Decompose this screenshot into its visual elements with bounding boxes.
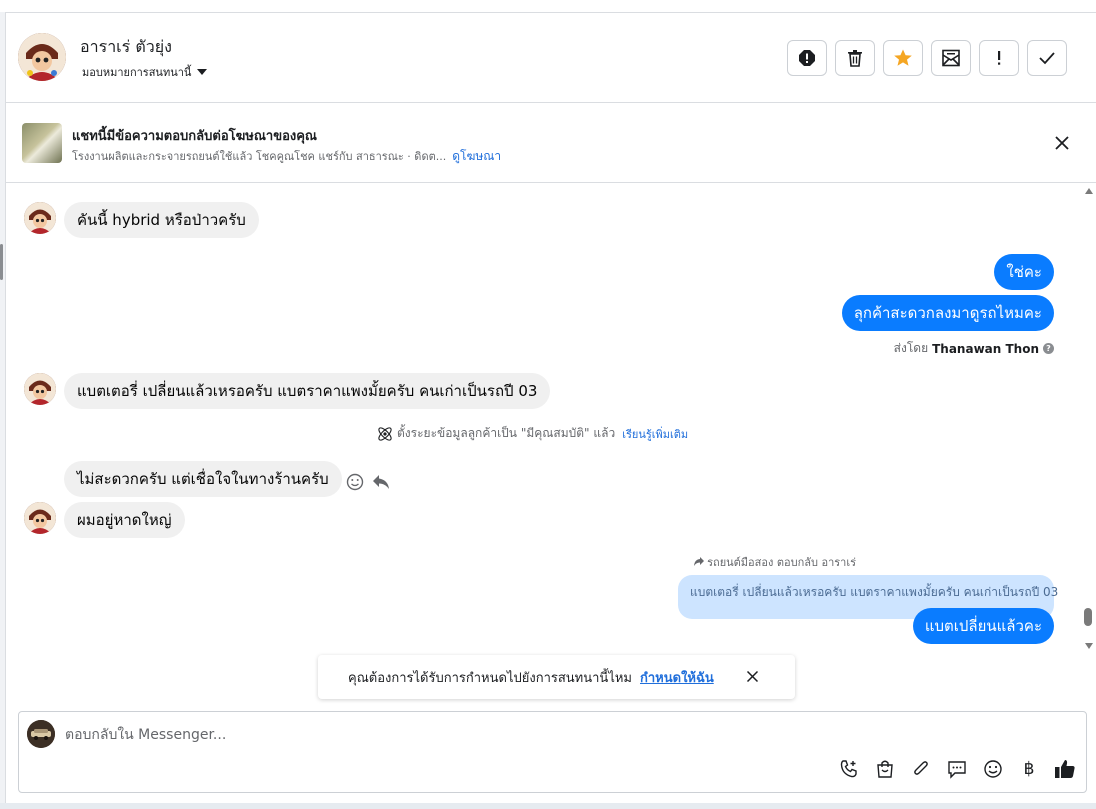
assign-prompt: คุณต้องการได้รับการกำหนดไปยังการสนทนานี้…: [318, 655, 795, 699]
sender-avatar[interactable]: [24, 502, 56, 534]
ad-description: โรงงานผลิตและกระจายรถยนต์ใช้แล้ว โชคคูณโ…: [72, 150, 447, 163]
sent-by-label: ส่งโดย: [893, 341, 929, 355]
header-toolbar: [787, 40, 1067, 76]
message-actions: [346, 473, 390, 491]
close-banner-button[interactable]: [1054, 135, 1070, 151]
shop-button[interactable]: [874, 758, 896, 780]
chat-scrollbar[interactable]: [1082, 183, 1096, 653]
page-avatar: [27, 720, 55, 748]
atom-icon: [378, 426, 392, 441]
reply-icon[interactable]: [372, 474, 390, 490]
emoji-react-icon[interactable]: [346, 473, 364, 491]
like-button[interactable]: [1054, 758, 1076, 780]
learn-more-link[interactable]: เรียนรู้เพิ่มเติม: [622, 425, 688, 443]
emoji-button[interactable]: [982, 758, 1004, 780]
conversation-header: อาราเร่ ตัวยุ่ง มอบหมายการสนทนานี้: [6, 13, 1096, 103]
reply-context: รถยนต์มือสอง ตอบกลับ อาราเร่: [693, 553, 856, 571]
incoming-message[interactable]: ผมอยู่หาดใหญ่: [64, 502, 185, 538]
mark-unread-button[interactable]: [931, 40, 971, 76]
bottom-strip: [0, 803, 1096, 809]
mark-done-button[interactable]: [1027, 40, 1067, 76]
composer-toolbar: ฿: [838, 758, 1076, 780]
forward-reply-icon: [694, 557, 705, 566]
dismiss-prompt-button[interactable]: [746, 670, 759, 683]
incoming-message[interactable]: แบตเตอรี่ เปลี่ยนแล้วเหรอครับ แบตราคาแพง…: [64, 373, 551, 409]
attach-button[interactable]: [910, 758, 932, 780]
star-icon: [894, 49, 912, 66]
sent-by-name: Thanawan Thon: [932, 341, 1039, 356]
scroll-up-arrow-icon[interactable]: [1085, 188, 1093, 194]
spam-icon: [799, 50, 815, 66]
view-ad-link[interactable]: ดูโฆษณา: [452, 149, 501, 163]
star-button[interactable]: [883, 40, 923, 76]
ad-thumbnail[interactable]: [22, 123, 62, 163]
assign-conversation-dropdown[interactable]: มอบหมายการสนทนานี้: [82, 63, 208, 81]
info-icon[interactable]: ?: [1043, 343, 1054, 354]
message-composer: ฿: [18, 711, 1087, 793]
follow-up-button[interactable]: [979, 40, 1019, 76]
message-input[interactable]: [65, 722, 965, 748]
saved-reply-button[interactable]: [946, 758, 968, 780]
close-icon: [746, 670, 759, 683]
done-icon: [1039, 52, 1055, 65]
call-button[interactable]: [838, 758, 860, 780]
shopping-bag-icon: [877, 760, 893, 778]
assign-label: มอบหมายการสนทนานี้: [82, 66, 192, 79]
mark-unread-icon: [942, 49, 960, 67]
ad-banner-subtitle: โรงงานผลิตและกระจายรถยนต์ใช้แล้ว โชคคูณโ…: [72, 147, 501, 166]
system-notice-text: ตั้งระยะข้อมูลลูกค้าเป็น "มีคุณสมบัติ" แ…: [397, 426, 616, 440]
emoji-icon: [984, 760, 1002, 778]
follow-up-icon: [998, 51, 1001, 65]
ad-banner-title: แชทนี้มีข้อความตอบกลับต่อโฆษณาของคุณ: [72, 129, 317, 144]
message-thread[interactable]: คันนี้ hybrid หรือป่าวครับ ใช่คะ ลุกค้าส…: [6, 183, 1096, 703]
saved-reply-icon: [948, 761, 966, 779]
sent-by-line: ส่งโดย Thanawan Thon ?: [894, 339, 1054, 358]
assign-to-me-link[interactable]: กำหนดให้ฉัน: [640, 667, 714, 688]
left-edge-marker: [0, 244, 3, 280]
paperclip-icon: [914, 761, 928, 775]
sender-avatar[interactable]: [24, 202, 56, 234]
assign-prompt-text: คุณต้องการได้รับการกำหนดไปยังการสนทนานี้…: [348, 670, 632, 686]
outgoing-message[interactable]: ใช่คะ: [994, 254, 1054, 290]
contact-name[interactable]: อาราเร่ ตัวยุ่ง: [80, 35, 172, 60]
caret-down-icon: [197, 69, 208, 75]
scroll-thumb[interactable]: [1084, 608, 1092, 626]
phone-add-icon: [840, 760, 857, 778]
incoming-message[interactable]: ไม่สะดวกครับ แต่เชื่อใจในทางร้านครับ: [64, 461, 342, 497]
payment-button[interactable]: ฿: [1018, 758, 1040, 780]
sender-avatar[interactable]: [24, 373, 56, 405]
incoming-message[interactable]: คันนี้ hybrid หรือป่าวครับ: [64, 202, 259, 238]
close-icon: [1055, 136, 1069, 150]
scroll-down-arrow-icon[interactable]: [1085, 643, 1093, 649]
outgoing-message[interactable]: แบตเปลี่ยนแล้วคะ: [912, 608, 1054, 644]
reply-context-text: รถยนต์มือสอง ตอบกลับ อาราเร่: [707, 556, 856, 569]
contact-avatar[interactable]: [18, 33, 66, 81]
system-notice: ตั้งระยะข้อมูลลูกค้าเป็น "มีคุณสมบัติ" แ…: [376, 424, 688, 443]
ad-reply-banner: แชทนี้มีข้อความตอบกลับต่อโฆษณาของคุณ โรง…: [6, 103, 1096, 183]
delete-button[interactable]: [835, 40, 875, 76]
baht-icon: ฿: [1023, 759, 1035, 779]
outgoing-message[interactable]: ลุกค้าสะดวกลงมาดูรถไหมคะ: [841, 295, 1054, 331]
trash-icon: [848, 50, 862, 67]
thumbs-up-icon: [1055, 760, 1075, 778]
mark-spam-button[interactable]: [787, 40, 827, 76]
